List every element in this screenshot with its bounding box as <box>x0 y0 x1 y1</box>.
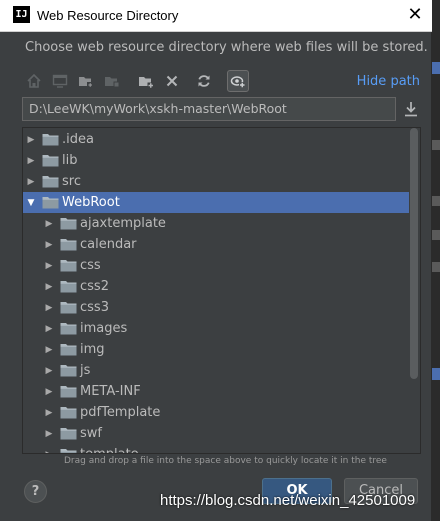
tree-row[interactable]: ▶ .idea <box>23 129 409 150</box>
path-row: D:\LeeWK\myWork\xskh-master\WebRoot <box>22 97 420 121</box>
folder-icon <box>60 322 77 335</box>
tree-row-label: images <box>80 321 128 336</box>
file-chooser-toolbar: Hide path <box>22 68 420 94</box>
title-bar[interactable]: IJ Web Resource Directory ✕ <box>0 0 432 32</box>
collapsed-arrow-icon[interactable]: ▶ <box>42 381 56 402</box>
tree-row[interactable]: ▶ js <box>23 360 409 381</box>
collapsed-arrow-icon[interactable]: ▶ <box>42 318 56 339</box>
expanded-arrow-icon[interactable]: ▼ <box>24 192 38 213</box>
close-button[interactable]: ✕ <box>401 2 429 28</box>
tree-row[interactable]: ▶ pdfTemplate <box>23 402 409 423</box>
tree-row[interactable]: ▶ META-INF <box>23 381 409 402</box>
tree-row-label: pdfTemplate <box>80 405 161 420</box>
collapsed-arrow-icon[interactable]: ▶ <box>42 360 56 381</box>
collapsed-arrow-icon[interactable]: ▶ <box>42 423 56 444</box>
tree-row[interactable]: ▶ swf <box>23 423 409 444</box>
new-folder-icon[interactable] <box>76 70 96 92</box>
tree-row[interactable]: ▶ lib <box>23 150 409 171</box>
folder-icon <box>60 406 77 419</box>
tree-row-label: calendar <box>80 237 137 252</box>
tree-row[interactable]: ▶ src <box>23 171 409 192</box>
folder-icon <box>42 196 59 209</box>
home-icon[interactable] <box>24 70 44 92</box>
add-folder-icon[interactable] <box>136 70 156 92</box>
tree-row[interactable]: ▼ WebRoot <box>23 192 409 213</box>
collapsed-arrow-icon[interactable]: ▶ <box>24 129 38 150</box>
folder-icon <box>60 280 77 293</box>
folder-icon <box>42 133 59 146</box>
collapsed-arrow-icon[interactable]: ▶ <box>42 402 56 423</box>
folder-icon <box>60 343 77 356</box>
collapsed-arrow-icon[interactable]: ▶ <box>42 444 56 454</box>
tree-row-label: template <box>80 447 139 453</box>
folder-icon <box>60 301 77 314</box>
folder-icon <box>60 217 77 230</box>
tree-row-label: lib <box>62 153 78 168</box>
tree-row-label: META-INF <box>80 384 141 399</box>
tree-row[interactable]: ▶ calendar <box>23 234 409 255</box>
path-input[interactable]: D:\LeeWK\myWork\xskh-master\WebRoot <box>22 97 396 121</box>
tree-row-label: ajaxtemplate <box>80 216 166 231</box>
delete-icon[interactable] <box>162 70 182 92</box>
collapsed-arrow-icon[interactable]: ▶ <box>42 339 56 360</box>
hide-path-link[interactable]: Hide path <box>357 74 420 89</box>
folder-icon <box>60 364 77 377</box>
tree-row[interactable]: ▶ img <box>23 339 409 360</box>
tree-row[interactable]: ▶ css2 <box>23 276 409 297</box>
tree-row[interactable]: ▶ images <box>23 318 409 339</box>
collapsed-arrow-icon[interactable]: ▶ <box>42 297 56 318</box>
tree-row-label: css2 <box>80 279 109 294</box>
collapsed-arrow-icon[interactable]: ▶ <box>42 213 56 234</box>
intellij-app-icon: IJ <box>13 6 30 23</box>
tree-row-label: img <box>80 342 105 357</box>
dialog-description: Choose web resource directory where web … <box>25 40 428 55</box>
project-folder-icon[interactable] <box>102 70 122 92</box>
drag-drop-hint: Drag and drop a file into the space abov… <box>64 456 387 466</box>
tree-row-label: WebRoot <box>62 195 120 210</box>
tree-row[interactable]: ▶ ajaxtemplate <box>23 213 409 234</box>
desktop-icon[interactable] <box>50 70 70 92</box>
tree-row-label: js <box>80 363 91 378</box>
folder-icon <box>42 154 59 167</box>
collapsed-arrow-icon[interactable]: ▶ <box>42 255 56 276</box>
collapsed-arrow-icon[interactable]: ▶ <box>42 234 56 255</box>
download-icon[interactable] <box>402 99 420 119</box>
tree-scrollbar[interactable] <box>410 128 418 379</box>
folder-icon <box>42 175 59 188</box>
collapsed-arrow-icon[interactable]: ▶ <box>24 171 38 192</box>
help-button[interactable]: ? <box>24 480 47 503</box>
tree-row[interactable]: ▶ css <box>23 255 409 276</box>
folder-icon <box>60 238 77 251</box>
tree-row[interactable]: ▶ template <box>23 444 409 454</box>
tree-row-label: css3 <box>80 300 109 315</box>
dialog-title: Web Resource Directory <box>37 8 179 23</box>
collapsed-arrow-icon[interactable]: ▶ <box>42 276 56 297</box>
tree-row-label: .idea <box>62 132 94 147</box>
tree-row[interactable]: ▶ css3 <box>23 297 409 318</box>
show-hidden-icon[interactable] <box>227 70 249 92</box>
folder-icon <box>60 448 77 453</box>
tree-row-label: css <box>80 258 101 273</box>
refresh-icon[interactable] <box>194 70 214 92</box>
dialog-window: IJ Web Resource Directory ✕ Choose web r… <box>0 0 432 521</box>
tree-row-label: swf <box>80 426 102 441</box>
folder-icon <box>60 385 77 398</box>
collapsed-arrow-icon[interactable]: ▶ <box>24 150 38 171</box>
folder-icon <box>60 427 77 440</box>
directory-tree[interactable]: ▶ .idea ▶ lib ▶ src ▼ WebRoot ▶ ajaxtemplate ▶ cale… <box>22 127 421 454</box>
folder-icon <box>60 259 77 272</box>
watermark: https://blog.csdn.net/weixin_42501009 <box>160 492 416 509</box>
tree-row-label: src <box>62 174 81 189</box>
